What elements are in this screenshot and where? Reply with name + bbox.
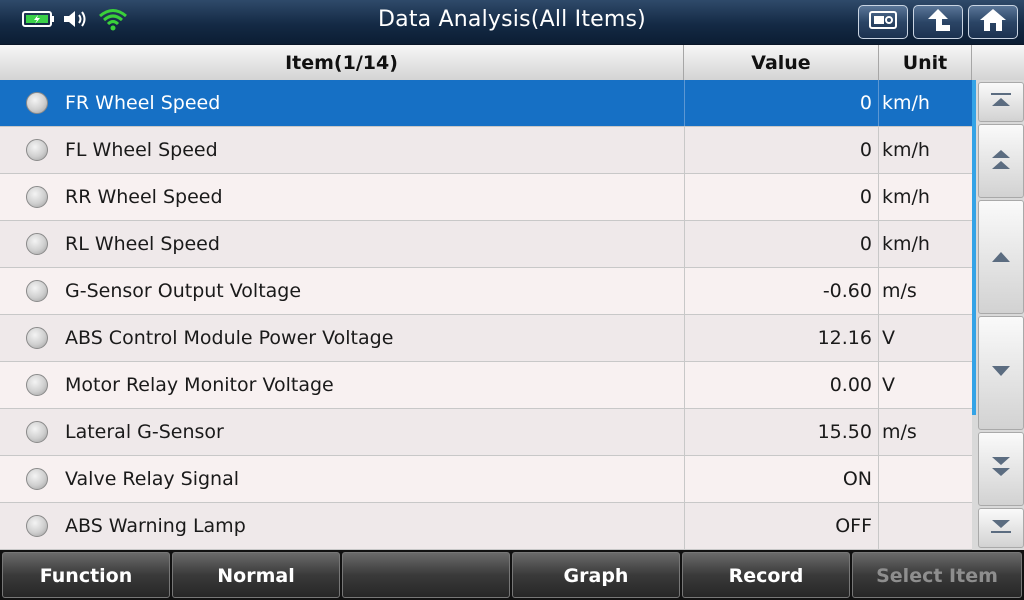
item-unit: V: [882, 374, 895, 396]
item-name: FR Wheel Speed: [65, 92, 221, 114]
page-down-button[interactable]: [978, 432, 1024, 506]
table-row[interactable]: FL Wheel Speed 0 km/h: [0, 127, 972, 174]
row-radio-button[interactable]: [26, 139, 48, 161]
select-item-button[interactable]: Select Item: [852, 552, 1022, 598]
item-value: 12.16: [684, 315, 879, 361]
item-value: 0: [684, 174, 879, 220]
table-row[interactable]: RL Wheel Speed 0 km/h: [0, 221, 972, 268]
scroll-indicator[interactable]: [972, 80, 976, 415]
record-button[interactable]: Record: [682, 552, 850, 598]
table-header: Item(1/14) Value Unit: [0, 45, 1024, 81]
scroll-bottom-icon: [989, 518, 1013, 538]
row-radio-button[interactable]: [26, 186, 48, 208]
item-name: ABS Control Module Power Voltage: [65, 327, 394, 349]
item-value: -0.60: [684, 268, 879, 314]
item-unit: V: [882, 327, 895, 349]
item-name: Valve Relay Signal: [65, 468, 240, 490]
item-value: ON: [684, 456, 879, 502]
table-row[interactable]: G-Sensor Output Voltage -0.60 m/s: [0, 268, 972, 315]
item-name: RL Wheel Speed: [65, 233, 220, 255]
table-row[interactable]: Valve Relay Signal ON: [0, 456, 972, 503]
item-name: FL Wheel Speed: [65, 139, 218, 161]
scroll-up-button[interactable]: [978, 200, 1024, 314]
scroll-top-icon: [989, 92, 1013, 112]
column-header-unit: Unit: [879, 45, 972, 80]
row-radio-button[interactable]: [26, 233, 48, 255]
scroll-to-bottom-button[interactable]: [978, 508, 1024, 548]
scroll-to-top-button[interactable]: [978, 82, 1024, 122]
table-row[interactable]: Lateral G-Sensor 15.50 m/s: [0, 409, 972, 456]
table-row[interactable]: FR Wheel Speed 0 km/h: [0, 80, 972, 127]
home-button[interactable]: [968, 5, 1018, 39]
screenshot-button[interactable]: [858, 5, 908, 39]
chevron-up-icon: [990, 248, 1012, 267]
item-value: OFF: [684, 503, 879, 549]
item-name: Motor Relay Monitor Voltage: [65, 374, 334, 396]
double-chevron-up-icon: [989, 146, 1013, 176]
row-radio-button[interactable]: [26, 92, 48, 114]
item-name: ABS Warning Lamp: [65, 515, 246, 537]
scroll-down-button[interactable]: [978, 316, 1024, 430]
back-arrow-icon: [923, 7, 953, 37]
column-header-value: Value: [684, 45, 879, 80]
table-row[interactable]: ABS Warning Lamp OFF: [0, 503, 972, 550]
table-row[interactable]: RR Wheel Speed 0 km/h: [0, 174, 972, 221]
home-icon: [979, 7, 1007, 37]
page-up-button[interactable]: [978, 124, 1024, 198]
item-name: RR Wheel Speed: [65, 186, 223, 208]
item-value: 0.00: [684, 362, 879, 408]
item-value: 15.50: [684, 409, 879, 455]
row-radio-button[interactable]: [26, 515, 48, 537]
item-unit: m/s: [882, 421, 917, 443]
row-radio-button[interactable]: [26, 374, 48, 396]
item-unit: km/h: [882, 233, 930, 255]
graph-button[interactable]: Graph: [512, 552, 680, 598]
row-radio-button[interactable]: [26, 468, 48, 490]
item-unit: km/h: [882, 139, 930, 161]
item-unit: km/h: [882, 186, 930, 208]
screenshot-icon: [868, 9, 898, 35]
chevron-down-icon: [990, 364, 1012, 383]
item-value: 0: [684, 127, 879, 173]
blank-button[interactable]: [342, 552, 510, 598]
item-value: 0: [684, 80, 879, 126]
row-radio-button[interactable]: [26, 280, 48, 302]
row-radio-button[interactable]: [26, 421, 48, 443]
column-header-item: Item(1/14): [0, 45, 684, 80]
row-radio-button[interactable]: [26, 327, 48, 349]
item-name: G-Sensor Output Voltage: [65, 280, 302, 302]
function-button[interactable]: Function: [2, 552, 170, 598]
double-chevron-down-icon: [989, 454, 1013, 484]
back-button[interactable]: [913, 5, 963, 39]
title-bar: Data Analysis(All Items): [0, 0, 1024, 45]
normal-button[interactable]: Normal: [172, 552, 340, 598]
item-value: 0: [684, 221, 879, 267]
item-unit: m/s: [882, 280, 917, 302]
table-row[interactable]: ABS Control Module Power Voltage 12.16 V: [0, 315, 972, 362]
item-name: Lateral G-Sensor: [65, 421, 224, 443]
table-row[interactable]: Motor Relay Monitor Voltage 0.00 V: [0, 362, 972, 409]
item-unit: km/h: [882, 92, 930, 114]
data-list: FR Wheel Speed 0 km/h FL Wheel Speed 0 k…: [0, 80, 972, 550]
